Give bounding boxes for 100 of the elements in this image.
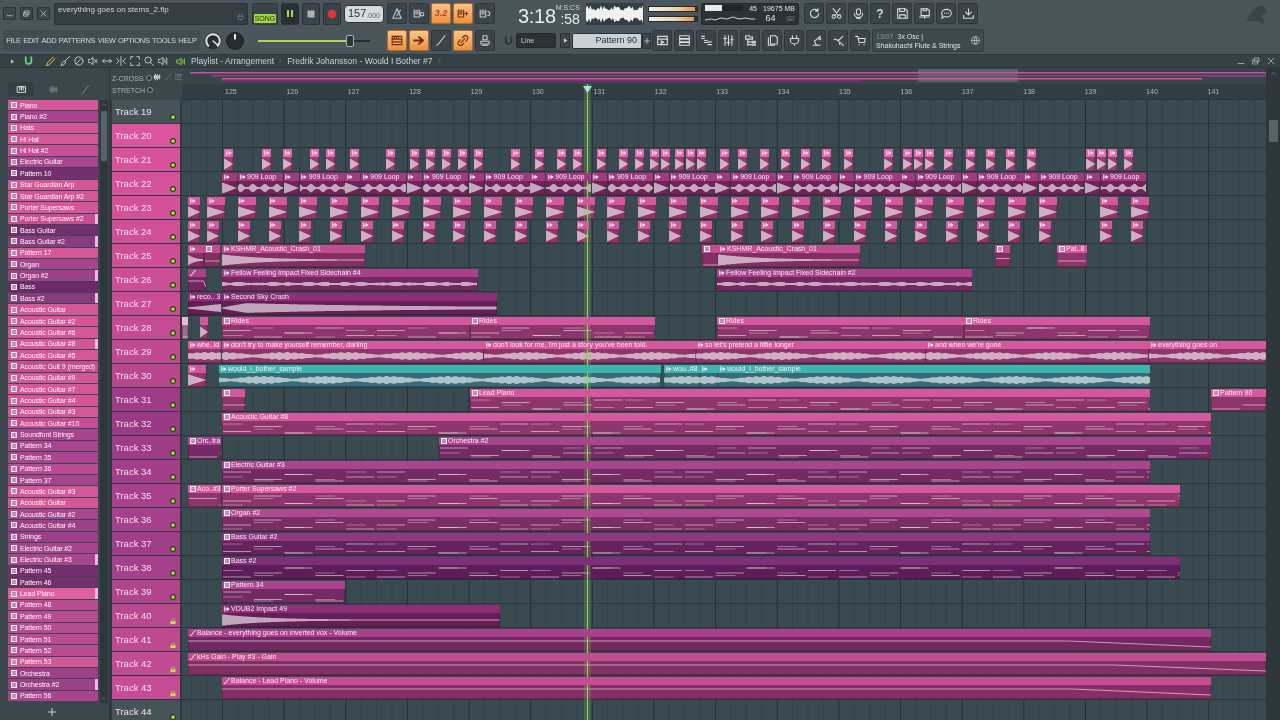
track-header[interactable]: Track 31: [112, 388, 180, 411]
audio-clip[interactable]: [650, 149, 659, 171]
list-button[interactable]: [674, 30, 694, 51]
status-led-icon[interactable]: [170, 426, 176, 432]
audio-clip[interactable]: [1038, 221, 1051, 243]
slice-icon[interactable]: [116, 56, 126, 66]
audio-clip[interactable]: [361, 197, 379, 219]
keys-clock-button[interactable]: [409, 3, 429, 24]
track-header[interactable]: Track 22: [112, 172, 180, 195]
track-header[interactable]: Track 44: [112, 700, 180, 720]
audio-clip[interactable]: [426, 149, 435, 171]
audio-clip[interactable]: [715, 173, 731, 195]
audio-clip[interactable]: [760, 149, 769, 171]
track-header[interactable]: Track 35: [112, 484, 180, 507]
search-icon[interactable]: [144, 56, 154, 66]
audio-clip[interactable]: [422, 221, 435, 243]
audio-clip[interactable]: [1023, 173, 1039, 195]
audio-clip[interactable]: [925, 149, 934, 171]
audio-clip[interactable]: [458, 149, 467, 171]
audio-clip[interactable]: [738, 149, 747, 171]
restore-icon[interactable]: [1252, 57, 1260, 65]
audio-clip[interactable]: [792, 221, 805, 243]
audio-clip[interactable]: [730, 221, 743, 243]
close-icon[interactable]: [1267, 57, 1275, 65]
track-header[interactable]: Track 19: [112, 100, 180, 123]
sliders-button[interactable]: [718, 30, 738, 51]
audio-clip[interactable]: [977, 221, 989, 243]
documents-button[interactable]: [762, 30, 782, 51]
audio-clip[interactable]: [406, 173, 422, 195]
audio-clip[interactable]: [1100, 197, 1119, 219]
folder-tree-button[interactable]: [740, 30, 760, 51]
audio-clip[interactable]: [730, 197, 749, 219]
picker-tab[interactable]: [8, 82, 34, 96]
download-button[interactable]: [958, 3, 978, 24]
lock-icon[interactable]: [170, 666, 176, 673]
track-header[interactable]: Track 25: [112, 244, 180, 267]
audio-clip[interactable]: [914, 149, 923, 171]
audio-clip[interactable]: [699, 221, 712, 243]
audio-clip[interactable]: [669, 197, 687, 219]
audio-clip[interactable]: [986, 149, 995, 171]
track-header[interactable]: Track 37: [112, 532, 180, 555]
audio-clip[interactable]: [557, 149, 566, 171]
audio-clip[interactable]: [823, 197, 841, 219]
audio-clip[interactable]: [675, 149, 684, 171]
track-header[interactable]: Track 38: [112, 556, 180, 579]
audio-clip[interactable]: [453, 221, 466, 243]
arrow-button[interactable]: [560, 33, 570, 48]
audio-clip[interactable]: [410, 149, 419, 171]
audio-clip[interactable]: [823, 221, 835, 243]
audio-clip[interactable]: [903, 149, 912, 171]
audio-clip[interactable]: [720, 149, 729, 171]
audio-clip[interactable]: [283, 173, 299, 195]
track-header[interactable]: Track 30: [112, 364, 180, 387]
lock-icon[interactable]: [170, 690, 176, 697]
pause-button[interactable]: [281, 2, 299, 25]
audio-clip[interactable]: [530, 173, 546, 195]
steps-button[interactable]: [696, 30, 716, 51]
status-led-icon[interactable]: [170, 546, 176, 552]
keys-plus-button[interactable]: [453, 3, 473, 24]
audio-clip[interactable]: [669, 221, 681, 243]
lamp-button[interactable]: [806, 30, 826, 51]
keys-loop-button[interactable]: [475, 3, 495, 24]
audio-clip[interactable]: [838, 173, 854, 195]
track-header[interactable]: Track 28: [112, 316, 180, 339]
pointer-button[interactable]: [828, 30, 848, 51]
track-header[interactable]: Track 23: [112, 196, 180, 219]
audio-clip[interactable]: [915, 221, 928, 243]
audio-clip[interactable]: [844, 149, 853, 171]
status-led-icon[interactable]: [170, 594, 176, 600]
track-header[interactable]: Track 27: [112, 292, 180, 315]
audio-clip[interactable]: [635, 149, 644, 171]
audio-clip[interactable]: [966, 149, 975, 171]
checkbox[interactable]: [147, 87, 154, 93]
audio-clip[interactable]: [619, 149, 628, 171]
audio-clip[interactable]: [884, 149, 893, 171]
audio-clip[interactable]: [200, 317, 208, 339]
audio-clip[interactable]: [638, 221, 651, 243]
knob-icon[interactable]: [225, 31, 244, 50]
pattern-clip[interactable]: [995, 245, 1010, 267]
window-button[interactable]: [652, 30, 672, 51]
globe-icon[interactable]: [971, 36, 980, 45]
audio-clip[interactable]: [1131, 221, 1143, 243]
cut-button[interactable]: [826, 3, 846, 24]
track-header[interactable]: Track 33: [112, 436, 180, 459]
audio-clip[interactable]: [237, 221, 250, 243]
audio-clip[interactable]: [361, 221, 373, 243]
status-led-icon[interactable]: [170, 474, 176, 480]
triangle-right-icon[interactable]: [10, 57, 15, 65]
audio-clip[interactable]: [268, 197, 287, 219]
audio-clip[interactable]: [607, 221, 620, 243]
record-button[interactable]: [323, 2, 341, 25]
audio-clip[interactable]: [686, 149, 695, 171]
audio-clip[interactable]: [299, 197, 318, 219]
audio-clip[interactable]: [597, 149, 606, 171]
audio-clip[interactable]: [591, 173, 607, 195]
audio-clip[interactable]: [484, 197, 503, 219]
status-led-icon[interactable]: [170, 162, 176, 168]
audio-clip[interactable]: [576, 221, 589, 243]
save-button[interactable]: [892, 3, 912, 24]
lock-icon[interactable]: [170, 618, 176, 625]
